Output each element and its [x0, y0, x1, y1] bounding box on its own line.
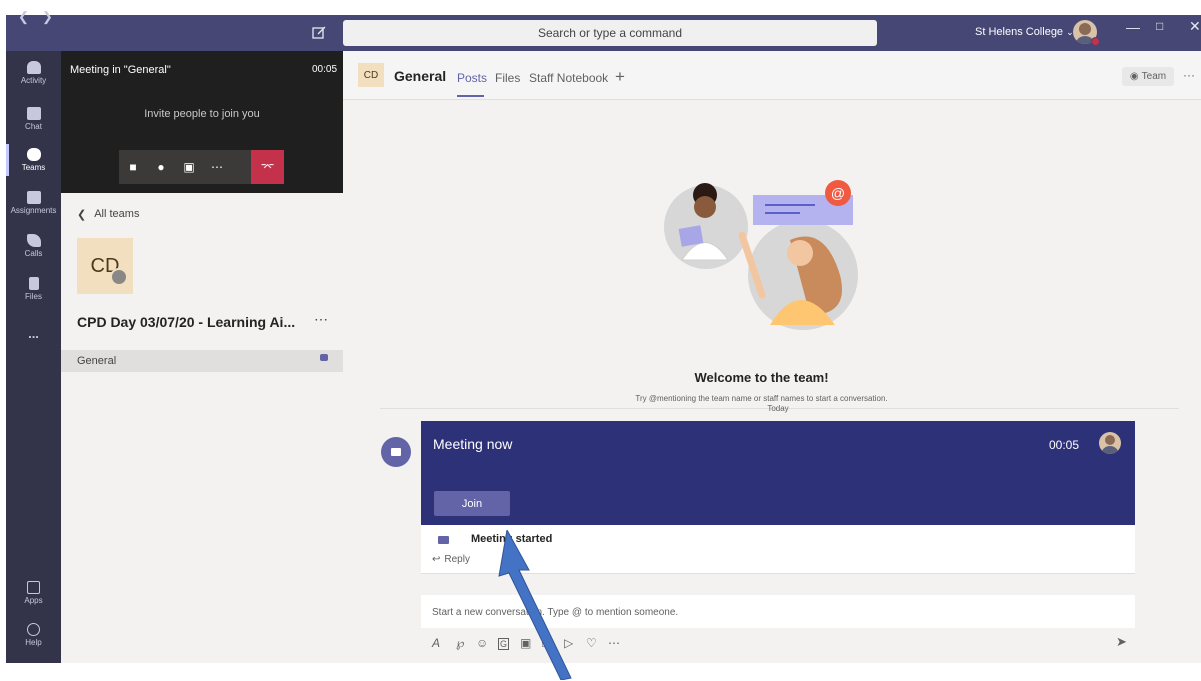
rail-chat[interactable]: Chat — [6, 107, 61, 131]
format-icon[interactable]: A — [432, 636, 440, 650]
active-tab-underline — [457, 95, 484, 97]
maximize-icon[interactable]: □ — [1156, 19, 1163, 33]
welcome-illustration: @ — [664, 180, 858, 330]
search-placeholder: Search or type a command — [537, 26, 683, 40]
welcome-title: Welcome to the team! — [694, 370, 829, 385]
reply-link[interactable]: ↩ Reply — [432, 554, 470, 565]
rail-files[interactable]: Files — [6, 277, 61, 301]
call-title: Meeting in "General" — [70, 64, 171, 76]
close-icon[interactable]: ✕ — [1189, 18, 1201, 35]
attach-icon[interactable]: ℘ — [456, 636, 464, 650]
edit-pencil-icon[interactable] — [110, 268, 128, 286]
meeting-status-icon — [438, 536, 449, 544]
org-switcher[interactable]: St Helens College ⌄ 3 — [975, 26, 1086, 38]
hang-up-button[interactable]: ⌤ — [251, 150, 284, 184]
rail-teams[interactable]: Teams — [6, 144, 61, 176]
phone-icon — [26, 234, 41, 247]
tab-posts[interactable]: Posts — [457, 71, 487, 85]
teams-icon — [26, 148, 41, 161]
tab-staff-notebook[interactable]: Staff Notebook — [529, 71, 608, 85]
rail-calls[interactable]: Calls — [6, 234, 61, 258]
meeting-post-avatar — [381, 437, 411, 467]
minimize-icon[interactable]: — — [1126, 19, 1140, 35]
rail-more[interactable]: ... — [6, 326, 61, 341]
reply-label: Reply — [444, 554, 470, 565]
rail-label: Teams — [21, 163, 46, 172]
call-timer: 00:05 — [312, 64, 338, 75]
bell-icon — [26, 61, 41, 74]
welcome-subtitle: Try @mentioning the team name or staff n… — [635, 394, 888, 403]
back-arrow-icon[interactable]: ❮ — [18, 9, 29, 25]
camera-icon[interactable]: ■ — [119, 150, 147, 184]
team-tile[interactable]: CD — [77, 238, 133, 294]
tab-files[interactable]: Files — [495, 71, 520, 85]
rail-label: Calls — [24, 249, 43, 258]
team-name: CPD Day 03/07/20 - Learning Ai... — [77, 314, 296, 330]
search-box[interactable]: Search or type a command — [343, 20, 877, 46]
meeting-title: Meeting now — [433, 436, 513, 452]
team-more-icon[interactable]: ⋯ — [314, 311, 328, 328]
more-options-icon[interactable]: ⋯ — [608, 636, 620, 650]
channel-badge-text: CD — [363, 69, 379, 81]
presence-busy-icon — [1091, 37, 1100, 46]
team-info-button[interactable]: ◉ Team — [1122, 67, 1174, 86]
rail-activity[interactable]: Activity — [6, 61, 61, 85]
reply-arrow-icon: ↩ — [432, 554, 441, 565]
app-rail: Activity Chat Teams Assignments Calls Fi… — [6, 51, 61, 663]
meeting-active-icon — [320, 354, 328, 361]
share-screen-icon[interactable]: ▣ — [175, 150, 203, 184]
microphone-icon[interactable]: ● — [147, 150, 175, 184]
chat-icon — [26, 107, 41, 120]
all-teams-link[interactable]: ❮ All teams — [77, 208, 139, 221]
eye-icon: ◉ — [1129, 71, 1139, 82]
video-camera-icon — [391, 448, 401, 456]
rail-label: Help — [25, 638, 42, 647]
join-meeting-button[interactable]: Join — [434, 491, 510, 516]
day-divider: Today — [767, 404, 789, 413]
apps-icon — [27, 581, 40, 594]
file-icon — [28, 277, 39, 290]
rail-assignments[interactable]: Assignments — [6, 191, 61, 215]
help-icon — [27, 623, 40, 636]
rail-label: Apps — [24, 596, 43, 605]
channel-item-general[interactable]: General — [61, 350, 343, 372]
rail-label: Chat — [25, 122, 42, 131]
channel-name: General — [394, 68, 447, 84]
send-icon[interactable]: ➤ — [1116, 634, 1127, 650]
org-name: St Helens College — [975, 26, 1064, 38]
channel-label: General — [77, 355, 117, 367]
emoji-icon[interactable]: ☺ — [476, 636, 488, 650]
more-options-icon[interactable]: ⋯ — [203, 150, 231, 184]
invite-text: Invite people to join you — [144, 108, 260, 120]
channel-more-icon[interactable]: ··· — [1183, 68, 1195, 82]
participant-avatar — [1099, 432, 1121, 454]
rail-help[interactable]: Help — [6, 623, 61, 647]
meeting-timer: 00:05 — [1049, 438, 1080, 452]
more-icon: ... — [28, 326, 39, 341]
svg-text:@: @ — [831, 185, 845, 201]
rail-apps[interactable]: Apps — [6, 581, 61, 605]
annotation-arrow-icon — [498, 530, 572, 680]
add-tab-icon[interactable]: + — [615, 67, 625, 87]
all-teams-label: All teams — [94, 208, 140, 220]
assignments-icon — [26, 191, 41, 204]
team-button-label: Team — [1141, 71, 1167, 82]
praise-icon[interactable]: ♡ — [586, 636, 597, 650]
compose-icon[interactable] — [312, 26, 326, 40]
rail-label: Files — [25, 292, 42, 301]
meeting-card: Meeting now 00:05 — [421, 421, 1135, 525]
call-controls: ■ ● ▣ ⋯ ⌤ — [119, 150, 284, 184]
chevron-left-icon: ❮ — [77, 209, 87, 221]
rail-label: Assignments — [10, 206, 57, 215]
rail-label: Activity — [20, 76, 47, 85]
channel-badge: CD — [358, 63, 384, 87]
forward-arrow-icon[interactable]: ❯ — [42, 9, 53, 25]
